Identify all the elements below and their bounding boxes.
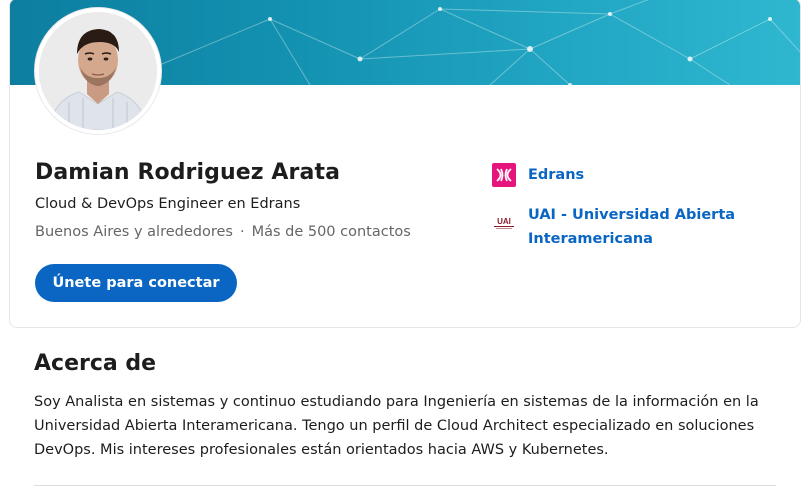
school-name[interactable]: UAI - Universidad Abierta Interamericana — [528, 203, 768, 251]
about-title: Acerca de — [34, 351, 157, 376]
profile-photo — [39, 12, 157, 130]
svg-text:UAI: UAI — [497, 217, 511, 226]
about-text: Soy Analista en sistemas y continuo estu… — [34, 394, 759, 458]
edrans-logo-icon — [492, 163, 516, 187]
location-text: Buenos Aires y alrededores — [35, 224, 233, 240]
profile-card: Damian Rodriguez Arata Cloud & DevOps En… — [9, 0, 801, 328]
profile-name: Damian Rodriguez Arata — [35, 160, 341, 185]
meta-separator: · — [239, 224, 245, 240]
company-name[interactable]: Edrans — [528, 167, 584, 183]
current-company-link[interactable]: Edrans — [492, 163, 584, 187]
avatar[interactable] — [35, 8, 161, 134]
uai-logo-icon: UAI — [492, 211, 516, 235]
profile-headline: Cloud & DevOps Engineer en Edrans — [35, 196, 301, 212]
section-divider — [34, 485, 776, 486]
education-link[interactable]: UAI UAI - Universidad Abierta Interameri… — [492, 203, 768, 251]
profile-meta: Buenos Aires y alrededores · Más de 500 co… — [35, 224, 411, 240]
connections-count: Más de 500 contactos — [251, 224, 411, 240]
connect-button[interactable]: Únete para conectar — [35, 264, 237, 302]
